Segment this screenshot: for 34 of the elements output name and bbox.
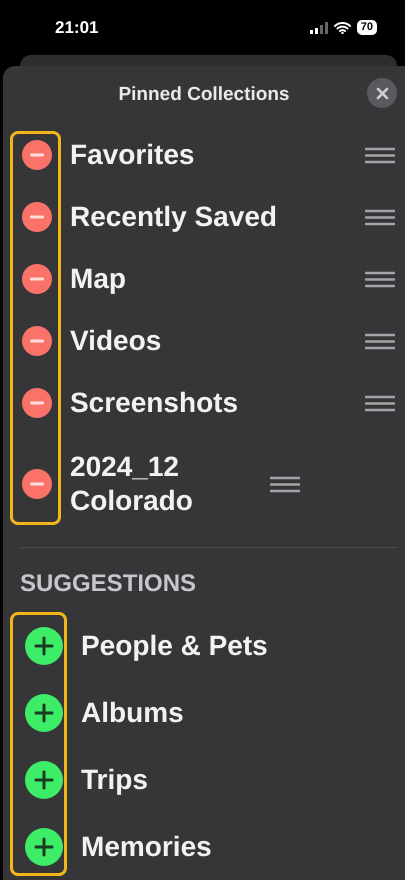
add-icon[interactable] bbox=[25, 694, 63, 732]
close-icon bbox=[376, 86, 388, 100]
remove-icon[interactable] bbox=[22, 202, 52, 232]
collection-name: Favorites bbox=[70, 138, 196, 172]
collection-name: Memories bbox=[81, 830, 213, 864]
remove-icon[interactable] bbox=[22, 140, 52, 170]
add-icon[interactable] bbox=[25, 626, 63, 664]
signal-icon bbox=[310, 22, 328, 34]
sheet-title: Pinned Collections bbox=[118, 84, 290, 106]
drag-handle-icon[interactable] bbox=[270, 476, 300, 492]
drag-handle-icon[interactable] bbox=[365, 332, 395, 350]
drag-handle-icon[interactable] bbox=[365, 208, 395, 226]
collection-name: Screenshots bbox=[70, 386, 240, 420]
collection-name: People & Pets bbox=[81, 628, 269, 662]
battery-level: 70 bbox=[356, 20, 377, 36]
add-icon[interactable] bbox=[25, 760, 63, 798]
collection-name: Videos bbox=[70, 324, 162, 358]
collection-name: Map bbox=[70, 262, 127, 296]
collection-name: Recently Saved bbox=[70, 200, 278, 234]
status-time: 21:01 bbox=[55, 18, 98, 38]
wifi-icon bbox=[334, 22, 351, 34]
remove-icon[interactable] bbox=[22, 469, 52, 499]
collection-name: 2024_12 Colorado bbox=[70, 450, 194, 518]
remove-icon[interactable] bbox=[22, 326, 52, 356]
drag-handle-icon[interactable] bbox=[365, 270, 395, 288]
collection-name: Albums bbox=[81, 696, 185, 730]
drag-handle-icon[interactable] bbox=[365, 146, 395, 164]
add-icon[interactable] bbox=[25, 828, 63, 866]
collection-name: Trips bbox=[81, 762, 149, 796]
close-button[interactable] bbox=[367, 78, 397, 108]
remove-icon[interactable] bbox=[22, 388, 52, 418]
drag-handle-icon[interactable] bbox=[365, 394, 395, 412]
section-heading: SUGGESTIONS bbox=[19, 569, 198, 599]
remove-icon[interactable] bbox=[22, 264, 52, 294]
